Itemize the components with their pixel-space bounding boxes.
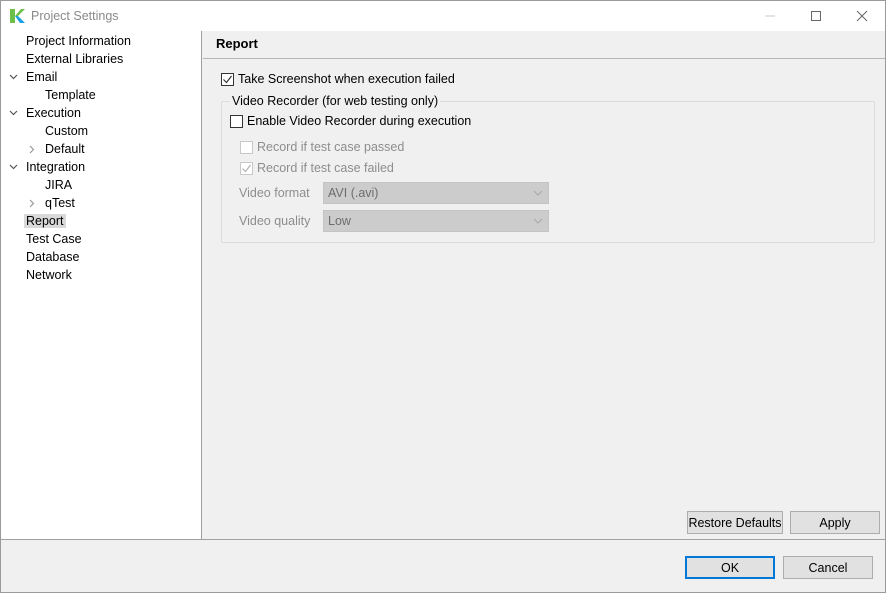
record-failed-option[interactable]: Record if test case failed: [240, 161, 394, 175]
tree-item-qtest[interactable]: qTest: [29, 194, 77, 212]
tree-item-external-libraries[interactable]: External Libraries: [24, 50, 125, 68]
tree-item-test-case[interactable]: Test Case: [24, 230, 84, 248]
settings-tree: Project Information External Libraries Ema…: [1, 31, 202, 539]
tree-item-label: Project Information: [26, 34, 131, 48]
chevron-down-icon[interactable]: [7, 68, 19, 86]
video-recorder-group-title: Video Recorder (for web testing only): [230, 94, 441, 108]
record-failed-label: Record if test case failed: [257, 161, 394, 175]
checkmark-icon: [242, 164, 251, 172]
tree-item-label: Test Case: [26, 232, 82, 246]
close-icon: [856, 10, 868, 22]
tree-item-template[interactable]: Template: [43, 86, 98, 104]
chevron-down-icon[interactable]: [7, 104, 19, 122]
chevron-right-icon[interactable]: [26, 194, 38, 212]
page-title: Report: [216, 36, 258, 51]
enable-video-recorder-checkbox[interactable]: [230, 114, 243, 128]
tree-item-integration[interactable]: Integration: [9, 158, 87, 176]
tree-item-project-information[interactable]: Project Information: [24, 32, 133, 50]
tree-item-label: Network: [26, 268, 72, 282]
minimize-icon: [765, 15, 775, 17]
video-quality-value: Low: [328, 214, 351, 228]
chevron-down-icon[interactable]: [7, 158, 19, 176]
chevron-down-icon: [532, 211, 544, 231]
tree-item-label: Email: [26, 70, 58, 84]
enable-video-recorder-label: Enable Video Recorder during execution: [247, 114, 472, 128]
video-quality-label: Video quality: [239, 214, 311, 228]
tree-item-label: Execution: [26, 106, 81, 120]
take-screenshot-option[interactable]: Take Screenshot when execution failed: [221, 72, 455, 86]
tree-item-label: JIRA: [45, 178, 73, 192]
title-bar: Project Settings: [1, 1, 885, 31]
tree-item-custom[interactable]: Custom: [43, 122, 90, 140]
record-passed-checkbox[interactable]: [240, 140, 253, 154]
tree-item-label: External Libraries: [26, 52, 124, 66]
maximize-button[interactable]: [793, 1, 839, 31]
restore-defaults-button[interactable]: Restore Defaults: [687, 511, 783, 534]
record-failed-checkbox[interactable]: [240, 161, 253, 175]
tree-item-label: Default: [45, 142, 85, 156]
project-settings-window: Project Settings Project Information Exte…: [0, 0, 886, 593]
take-screenshot-checkbox[interactable]: [221, 72, 234, 86]
take-screenshot-label: Take Screenshot when execution failed: [238, 72, 455, 86]
tree-item-label: Custom: [45, 124, 89, 138]
minimize-button[interactable]: [747, 1, 793, 31]
video-format-label: Video format: [239, 186, 310, 200]
tree-item-report[interactable]: Report: [24, 212, 66, 230]
video-recorder-group: Video Recorder (for web testing only) En…: [221, 94, 875, 243]
apply-button[interactable]: Apply: [790, 511, 880, 534]
tree-item-label: Report: [24, 214, 66, 228]
record-passed-label: Record if test case passed: [257, 140, 405, 154]
chevron-right-icon[interactable]: [26, 140, 38, 158]
tree-item-label: Template: [45, 88, 96, 102]
close-button[interactable]: [839, 1, 885, 31]
tree-item-label: qTest: [45, 196, 75, 210]
tree-item-label: Database: [26, 250, 80, 264]
katalon-logo-icon: [10, 9, 25, 23]
video-format-value: AVI (.avi): [328, 186, 379, 200]
dialog-footer: OK Cancel: [1, 539, 885, 592]
chevron-down-icon: [532, 183, 544, 203]
ok-button[interactable]: OK: [685, 556, 775, 579]
checkmark-icon: [223, 75, 232, 83]
tree-item-email[interactable]: Email: [9, 68, 59, 86]
video-format-select[interactable]: AVI (.avi): [323, 182, 549, 204]
maximize-icon: [811, 11, 821, 21]
tree-item-execution[interactable]: Execution: [9, 104, 83, 122]
page-header: Report: [203, 31, 885, 59]
record-passed-option[interactable]: Record if test case passed: [240, 140, 404, 154]
tree-item-label: Integration: [26, 160, 86, 174]
tree-item-default[interactable]: Default: [29, 140, 87, 158]
tree-item-database[interactable]: Database: [24, 248, 82, 266]
report-settings-panel: Report Take Screenshot when execution fa…: [203, 31, 885, 539]
tree-item-network[interactable]: Network: [24, 266, 74, 284]
video-quality-select[interactable]: Low: [323, 210, 549, 232]
cancel-button[interactable]: Cancel: [783, 556, 873, 579]
window-title: Project Settings: [31, 9, 119, 23]
enable-video-recorder-option[interactable]: Enable Video Recorder during execution: [230, 114, 471, 128]
tree-item-jira[interactable]: JIRA: [43, 176, 74, 194]
